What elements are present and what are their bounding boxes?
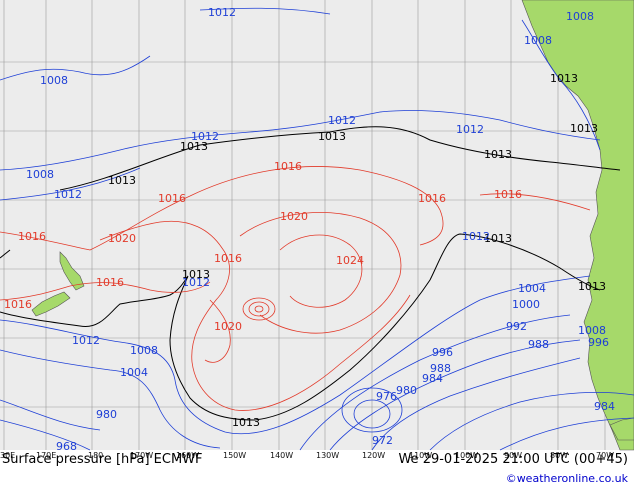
isobar-label: 1016 bbox=[418, 192, 446, 205]
isobar-label: 1020 bbox=[214, 320, 242, 333]
isobar-label: 1013 bbox=[550, 72, 578, 85]
isobar-label: 1012 bbox=[72, 334, 100, 347]
isobar-label: 1008 bbox=[130, 344, 158, 357]
pressure-map: 1012 1008 1008 1008 1012 1012 1012 1012 … bbox=[0, 0, 634, 460]
isobar-label: 984 bbox=[422, 372, 443, 385]
ocean-background bbox=[0, 0, 634, 450]
isobar-label: 984 bbox=[594, 400, 615, 413]
isobar-label: 996 bbox=[588, 336, 609, 349]
isobar-label: 1016 bbox=[214, 252, 242, 265]
isobar-label: 1012 bbox=[462, 230, 490, 243]
isobar-label: 972 bbox=[372, 434, 393, 447]
isobar-label: 980 bbox=[396, 384, 417, 397]
longitude-tick: 140W bbox=[270, 451, 293, 460]
longitude-tick: 130W bbox=[316, 451, 339, 460]
isobar-label: 1013 bbox=[182, 268, 210, 281]
isobar-label: 1008 bbox=[26, 168, 54, 181]
isobar-label: 1012 bbox=[208, 6, 236, 19]
isobar-label: 1016 bbox=[96, 276, 124, 289]
isobar-label: 1008 bbox=[524, 34, 552, 47]
isobar-label: 1013 bbox=[578, 280, 606, 293]
isobar-label: 1016 bbox=[158, 192, 186, 205]
longitude-tick: 120W bbox=[362, 451, 385, 460]
isobar-label: 1024 bbox=[336, 254, 364, 267]
isobar-label: 1020 bbox=[280, 210, 308, 223]
isobar-label: 1008 bbox=[40, 74, 68, 87]
isobar-label: 992 bbox=[506, 320, 527, 333]
isobar-label: 1016 bbox=[274, 160, 302, 173]
isobar-label: 980 bbox=[96, 408, 117, 421]
isobar-label: 1012 bbox=[456, 123, 484, 136]
isobar-label: 1013 bbox=[232, 416, 260, 429]
isobar-label: 1004 bbox=[120, 366, 148, 379]
isobar-label: 1016 bbox=[494, 188, 522, 201]
isobar-label: 1013 bbox=[180, 140, 208, 153]
isobar-label: 1013 bbox=[318, 130, 346, 143]
isobar-label: 1016 bbox=[18, 230, 46, 243]
valid-time: We 29-01-2025 21:00 UTC (00+45) bbox=[398, 452, 628, 467]
isobar-label: 988 bbox=[528, 338, 549, 351]
isobar-label: 1012 bbox=[54, 188, 82, 201]
isobar-label: 1012 bbox=[328, 114, 356, 127]
isobar-label: 1020 bbox=[108, 232, 136, 245]
credit-link[interactable]: ©weatheronline.co.uk bbox=[506, 472, 628, 485]
isobar-label: 976 bbox=[376, 390, 397, 403]
isobar-label: 1008 bbox=[566, 10, 594, 23]
isobar-label: 996 bbox=[432, 346, 453, 359]
isobar-label: 1004 bbox=[518, 282, 546, 295]
isobar-label: 1013 bbox=[108, 174, 136, 187]
isobar-label: 1016 bbox=[4, 298, 32, 311]
map-title: Surface pressure [hPa] ECMWF bbox=[2, 452, 203, 467]
longitude-tick: 150W bbox=[223, 451, 246, 460]
isobar-label: 1000 bbox=[512, 298, 540, 311]
isobar-label: 1013 bbox=[484, 148, 512, 161]
isobar-label: 1013 bbox=[570, 122, 598, 135]
